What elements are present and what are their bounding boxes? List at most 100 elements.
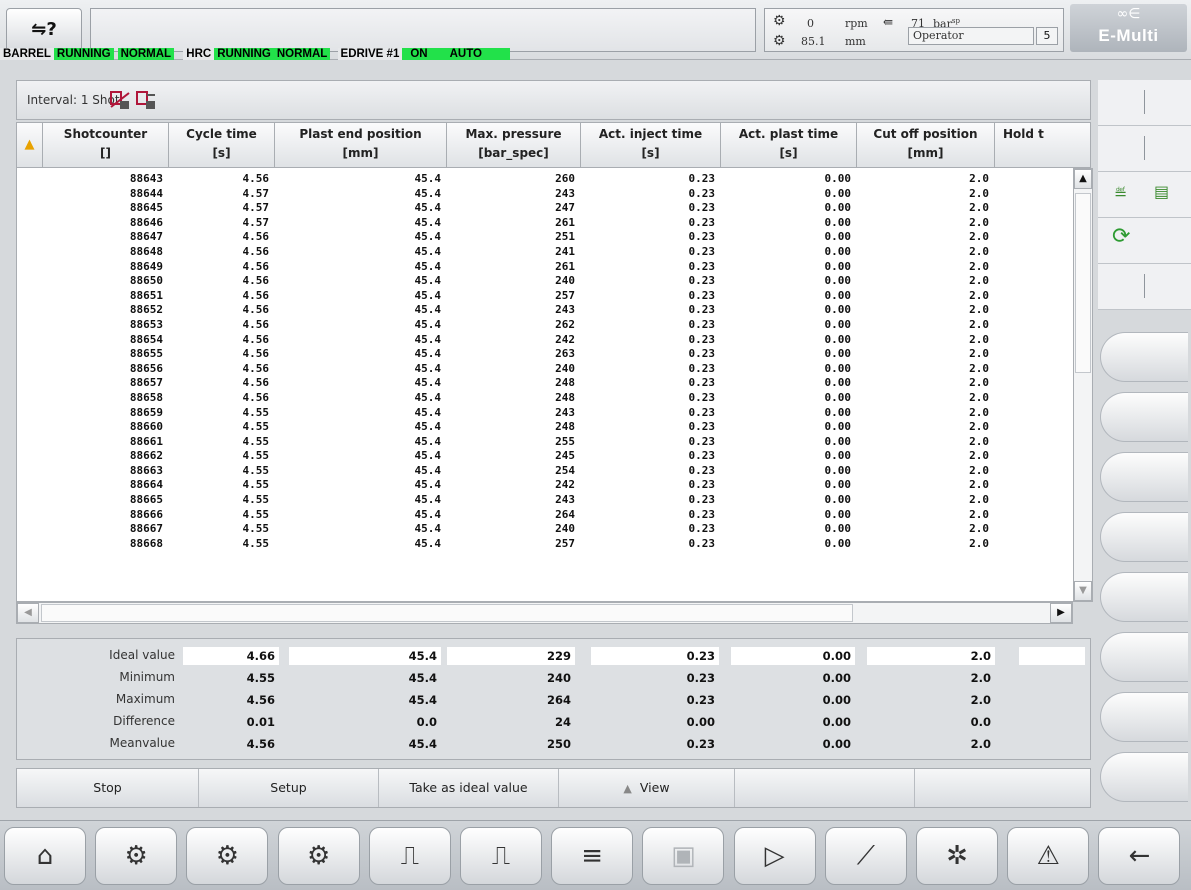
- table-row[interactable]: 88652 4.56 45.4 243 0.23 0.00 2.0: [17, 303, 1017, 318]
- column-hold-time[interactable]: Hold t: [995, 123, 1057, 167]
- ejector-nav-button[interactable]: ▷: [733, 827, 816, 885]
- right-slot-5[interactable]: [1098, 264, 1191, 310]
- table-row[interactable]: 88663 4.55 45.4 254 0.23 0.00 2.0: [17, 464, 1017, 479]
- side-button-8[interactable]: [1100, 752, 1188, 802]
- quality-chart-nav-button[interactable]: ⟋: [824, 827, 907, 885]
- table-row[interactable]: 88666 4.55 45.4 264 0.23 0.00 2.0: [17, 508, 1017, 523]
- ideal-value-field[interactable]: 0.23: [591, 647, 719, 665]
- ideal-value-field[interactable]: 0.00: [731, 647, 855, 665]
- side-button-4[interactable]: [1100, 512, 1188, 562]
- table-cell: 88661: [129, 434, 163, 448]
- table-row[interactable]: 88664 4.55 45.4 242 0.23 0.00 2.0: [17, 478, 1017, 493]
- stop-button[interactable]: Stop: [17, 769, 199, 807]
- data-grid[interactable]: 88643 4.56 45.4 260 0.23 0.00 2.0 88644 4.57 45.4…: [16, 168, 1073, 602]
- back-arrow-nav-button[interactable]: ←: [1098, 827, 1181, 885]
- settings-nav-button[interactable]: ✲: [916, 827, 998, 885]
- nozzle-nav-button[interactable]: ⚙: [277, 827, 360, 885]
- warning-icon[interactable]: ▲: [17, 123, 43, 167]
- vertical-scroll-thumb[interactable]: [1075, 193, 1091, 373]
- table-cell: 4.57: [242, 215, 270, 229]
- right-slot-2[interactable]: [1098, 126, 1191, 172]
- table-row[interactable]: 88654 4.56 45.4 242 0.23 0.00 2.0: [17, 333, 1017, 348]
- side-button-1[interactable]: [1100, 332, 1188, 382]
- table-row[interactable]: 88646 4.57 45.4 261 0.23 0.00 2.0: [17, 216, 1017, 231]
- table-row[interactable]: 88656 4.56 45.4 240 0.23 0.00 2.0: [17, 362, 1017, 377]
- empty-command-slot-2[interactable]: [915, 769, 1091, 807]
- table-row[interactable]: 88659 4.55 45.4 243 0.23 0.00 2.0: [17, 406, 1017, 421]
- sample-start-icon[interactable]: [135, 89, 157, 111]
- home-nav-button[interactable]: ⌂: [4, 827, 86, 885]
- side-button-2[interactable]: [1100, 392, 1188, 442]
- right-slot-1[interactable]: [1098, 80, 1191, 126]
- table-cell: 45.4: [414, 230, 442, 244]
- scroll-right-button[interactable]: ▶: [1050, 603, 1072, 623]
- table-row[interactable]: 88644 4.57 45.4 243 0.23 0.00 2.0: [17, 187, 1017, 202]
- column-shotcounter[interactable]: Shotcounter []: [43, 123, 169, 167]
- table-cell: 243: [555, 303, 575, 317]
- table-row[interactable]: 88643 4.56 45.4 260 0.23 0.00 2.0: [17, 172, 1017, 187]
- table-cell: 4.55: [242, 522, 270, 536]
- scroll-down-button[interactable]: ▼: [1074, 581, 1092, 601]
- ideal-value-field[interactable]: 229: [447, 647, 575, 665]
- side-button-3[interactable]: [1100, 452, 1188, 502]
- table-row[interactable]: 88653 4.56 45.4 262 0.23 0.00 2.0: [17, 318, 1017, 333]
- horizontal-scroll-thumb[interactable]: [41, 604, 853, 622]
- table-row[interactable]: 88650 4.56 45.4 240 0.23 0.00 2.0: [17, 274, 1017, 289]
- column-cut-off-position[interactable]: Cut off position [mm]: [857, 123, 995, 167]
- right-slot-4[interactable]: ⟳: [1098, 218, 1191, 264]
- right-slot-3[interactable]: ≝ ▤: [1098, 172, 1191, 218]
- column-plast-end-position[interactable]: Plast end position [mm]: [275, 123, 447, 167]
- view-button[interactable]: ▲ View: [559, 769, 735, 807]
- table-row[interactable]: 88651 4.56 45.4 257 0.23 0.00 2.0: [17, 289, 1017, 304]
- heating-zones-icon[interactable]: ≝: [1114, 184, 1127, 203]
- stat-row: Difference 0.01 0.0 24 0.00 0.00 0.0: [17, 711, 1092, 731]
- side-button-5[interactable]: [1100, 572, 1188, 622]
- ideal-value-field[interactable]: [1019, 647, 1085, 665]
- operator-field[interactable]: Operator: [908, 27, 1034, 45]
- table-row[interactable]: 88661 4.55 45.4 255 0.23 0.00 2.0: [17, 435, 1017, 450]
- horizontal-scrollbar[interactable]: ◀ ▶: [16, 602, 1073, 624]
- ideal-value-field[interactable]: 4.66: [183, 647, 279, 665]
- scroll-up-button[interactable]: ▲: [1074, 169, 1092, 189]
- table-row[interactable]: 88657 4.56 45.4 248 0.23 0.00 2.0: [17, 376, 1017, 391]
- table-cell: 2.0: [969, 522, 989, 536]
- take-ideal-value-button[interactable]: Take as ideal value: [379, 769, 559, 807]
- table-row[interactable]: 88658 4.56 45.4 248 0.23 0.00 2.0: [17, 391, 1017, 406]
- table-row[interactable]: 88648 4.56 45.4 241 0.23 0.00 2.0: [17, 245, 1017, 260]
- column-act-inject-time[interactable]: Act. inject time [s]: [581, 123, 721, 167]
- table-row[interactable]: 88645 4.57 45.4 247 0.23 0.00 2.0: [17, 201, 1017, 216]
- column-max-pressure[interactable]: Max. pressure [bar_spec]: [447, 123, 581, 167]
- table-cell: 0.00: [824, 347, 852, 361]
- column-act-plast-time[interactable]: Act. plast time [s]: [721, 123, 857, 167]
- list-nav-button[interactable]: ≡: [551, 827, 634, 885]
- table-row[interactable]: 88668 4.55 45.4 257 0.23 0.00 2.0: [17, 537, 1017, 552]
- vertical-scrollbar[interactable]: ▲ ▼: [1073, 168, 1093, 602]
- stat-value: 0.00: [686, 715, 715, 729]
- injection-unit-nav-button[interactable]: ⚙: [95, 827, 178, 885]
- setup-button[interactable]: Setup: [199, 769, 379, 807]
- oil-tank-icon[interactable]: ▤: [1154, 182, 1169, 201]
- barrel-heating-nav-button[interactable]: ⚙: [186, 827, 269, 885]
- cycle-recycle-icon[interactable]: ⟳: [1112, 224, 1130, 249]
- table-row[interactable]: 88649 4.56 45.4 261 0.23 0.00 2.0: [17, 260, 1017, 275]
- login-button[interactable]: ⇋?: [6, 8, 82, 52]
- side-button-6[interactable]: [1100, 632, 1188, 682]
- sample-stop-icon[interactable]: [109, 89, 131, 111]
- screw-speed-icon: ⚙: [773, 13, 786, 29]
- table-row[interactable]: 88660 4.55 45.4 248 0.23 0.00 2.0: [17, 420, 1017, 435]
- table-row[interactable]: 88647 4.56 45.4 251 0.23 0.00 2.0: [17, 230, 1017, 245]
- hot-runner-nav-button[interactable]: ⎍: [368, 827, 451, 885]
- side-button-7[interactable]: [1100, 692, 1188, 742]
- mold-nav-button[interactable]: ▣: [642, 827, 725, 885]
- alarm-nav-button[interactable]: ⚠: [1007, 827, 1090, 885]
- ideal-value-field[interactable]: 2.0: [867, 647, 995, 665]
- table-row[interactable]: 88665 4.55 45.4 243 0.23 0.00 2.0: [17, 493, 1017, 508]
- empty-command-slot-1[interactable]: [735, 769, 915, 807]
- table-row[interactable]: 88667 4.55 45.4 240 0.23 0.00 2.0: [17, 522, 1017, 537]
- table-row[interactable]: 88655 4.56 45.4 263 0.23 0.00 2.0: [17, 347, 1017, 362]
- ideal-value-field[interactable]: 45.4: [289, 647, 441, 665]
- column-cycle-time[interactable]: Cycle time [s]: [169, 123, 275, 167]
- scroll-left-button[interactable]: ◀: [17, 603, 39, 623]
- table-row[interactable]: 88662 4.55 45.4 245 0.23 0.00 2.0: [17, 449, 1017, 464]
- temperature-process-nav-button[interactable]: ⎍: [460, 827, 542, 885]
